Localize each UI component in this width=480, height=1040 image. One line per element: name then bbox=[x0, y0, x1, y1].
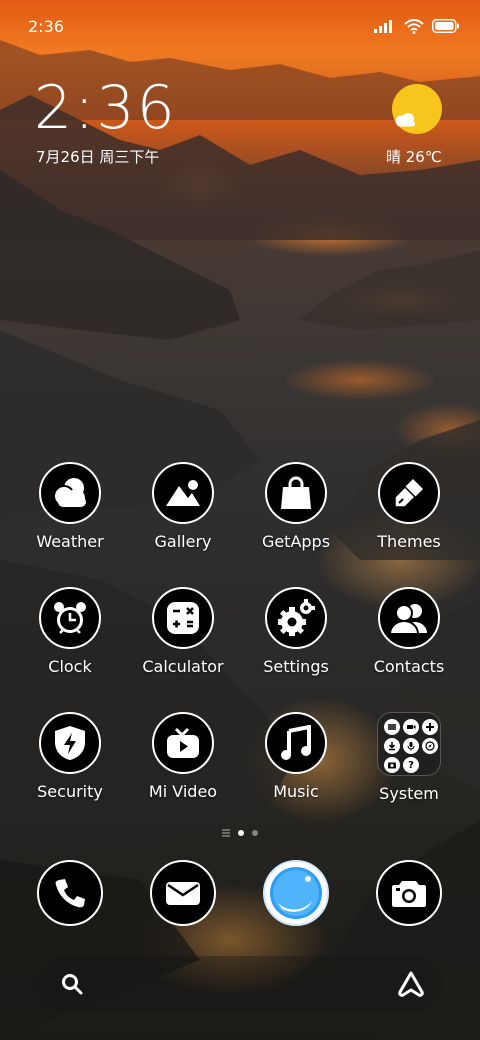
app-label: Gallery bbox=[154, 532, 212, 551]
page-dot bbox=[252, 830, 258, 836]
app-label: Calculator bbox=[142, 657, 224, 676]
weather-icon bbox=[39, 462, 101, 524]
screen-recorder-icon bbox=[384, 757, 400, 773]
page-indicator[interactable] bbox=[0, 829, 480, 837]
browser-icon bbox=[263, 860, 329, 926]
cellular-signal-icon bbox=[374, 20, 392, 33]
app-label: Security bbox=[37, 782, 103, 801]
download-icon bbox=[384, 738, 400, 754]
app-clock[interactable]: Clock bbox=[14, 587, 126, 676]
status-time: 2:36 bbox=[28, 16, 64, 36]
search-bar[interactable] bbox=[38, 956, 442, 1012]
mic-icon bbox=[403, 738, 419, 754]
app-label: GetApps bbox=[261, 532, 331, 551]
app-music[interactable]: Music bbox=[240, 712, 352, 801]
music-note-icon bbox=[265, 712, 327, 774]
app-getapps[interactable]: GetApps bbox=[240, 462, 352, 551]
getapps-icon bbox=[265, 462, 327, 524]
themes-icon bbox=[378, 462, 440, 524]
recorder-icon bbox=[403, 719, 419, 735]
messages-icon bbox=[150, 860, 216, 926]
search-icon[interactable] bbox=[60, 972, 84, 996]
question-icon: ? bbox=[403, 757, 419, 773]
page-dot-active bbox=[238, 830, 244, 836]
app-mi-video[interactable]: Mi Video bbox=[127, 712, 239, 801]
mi-video-icon bbox=[152, 712, 214, 774]
clock-widget-time[interactable]: 2:36 bbox=[34, 78, 177, 138]
clock-widget-date: 7月26日 周三下午 bbox=[36, 148, 160, 166]
app-label: Settings bbox=[263, 657, 329, 676]
alarm-clock-icon bbox=[39, 587, 101, 649]
app-label: Music bbox=[273, 782, 319, 801]
calculator-icon bbox=[152, 587, 214, 649]
assistant-icon[interactable] bbox=[396, 970, 426, 998]
app-contacts[interactable]: Contacts bbox=[353, 587, 465, 676]
app-label: Contacts bbox=[373, 657, 445, 676]
dock-browser[interactable] bbox=[240, 860, 352, 926]
app-label: System bbox=[379, 784, 439, 803]
security-shield-icon bbox=[39, 712, 101, 774]
cloud-icon bbox=[395, 113, 415, 127]
wifi-icon bbox=[404, 18, 424, 34]
plus-icon bbox=[422, 719, 438, 735]
dock-messages[interactable] bbox=[127, 860, 239, 926]
app-label: Weather bbox=[36, 532, 104, 551]
dock-phone[interactable] bbox=[14, 860, 126, 926]
compass-icon bbox=[422, 738, 438, 754]
app-calculator[interactable]: Calculator bbox=[127, 587, 239, 676]
weather-widget-text: 晴 26℃ bbox=[386, 148, 442, 166]
app-system-folder[interactable]: ? System bbox=[353, 712, 465, 803]
settings-gear-icon bbox=[265, 587, 327, 649]
app-weather[interactable]: Weather bbox=[14, 462, 126, 551]
dock-camera[interactable] bbox=[353, 860, 465, 926]
app-label: Themes bbox=[377, 532, 441, 551]
app-gallery[interactable]: Gallery bbox=[127, 462, 239, 551]
file-manager-icon bbox=[384, 719, 400, 735]
app-themes[interactable]: Themes bbox=[353, 462, 465, 551]
status-bar: 2:36 bbox=[28, 14, 460, 38]
page-list-icon bbox=[222, 829, 230, 837]
phone-icon bbox=[37, 860, 103, 926]
battery-icon bbox=[432, 19, 459, 33]
app-label: Mi Video bbox=[148, 782, 218, 801]
app-settings[interactable]: Settings bbox=[240, 587, 352, 676]
gallery-icon bbox=[152, 462, 214, 524]
camera-icon bbox=[376, 860, 442, 926]
contacts-icon bbox=[378, 587, 440, 649]
app-security[interactable]: Security bbox=[14, 712, 126, 801]
app-label: Clock bbox=[48, 657, 92, 676]
system-folder-icon: ? bbox=[377, 712, 441, 776]
